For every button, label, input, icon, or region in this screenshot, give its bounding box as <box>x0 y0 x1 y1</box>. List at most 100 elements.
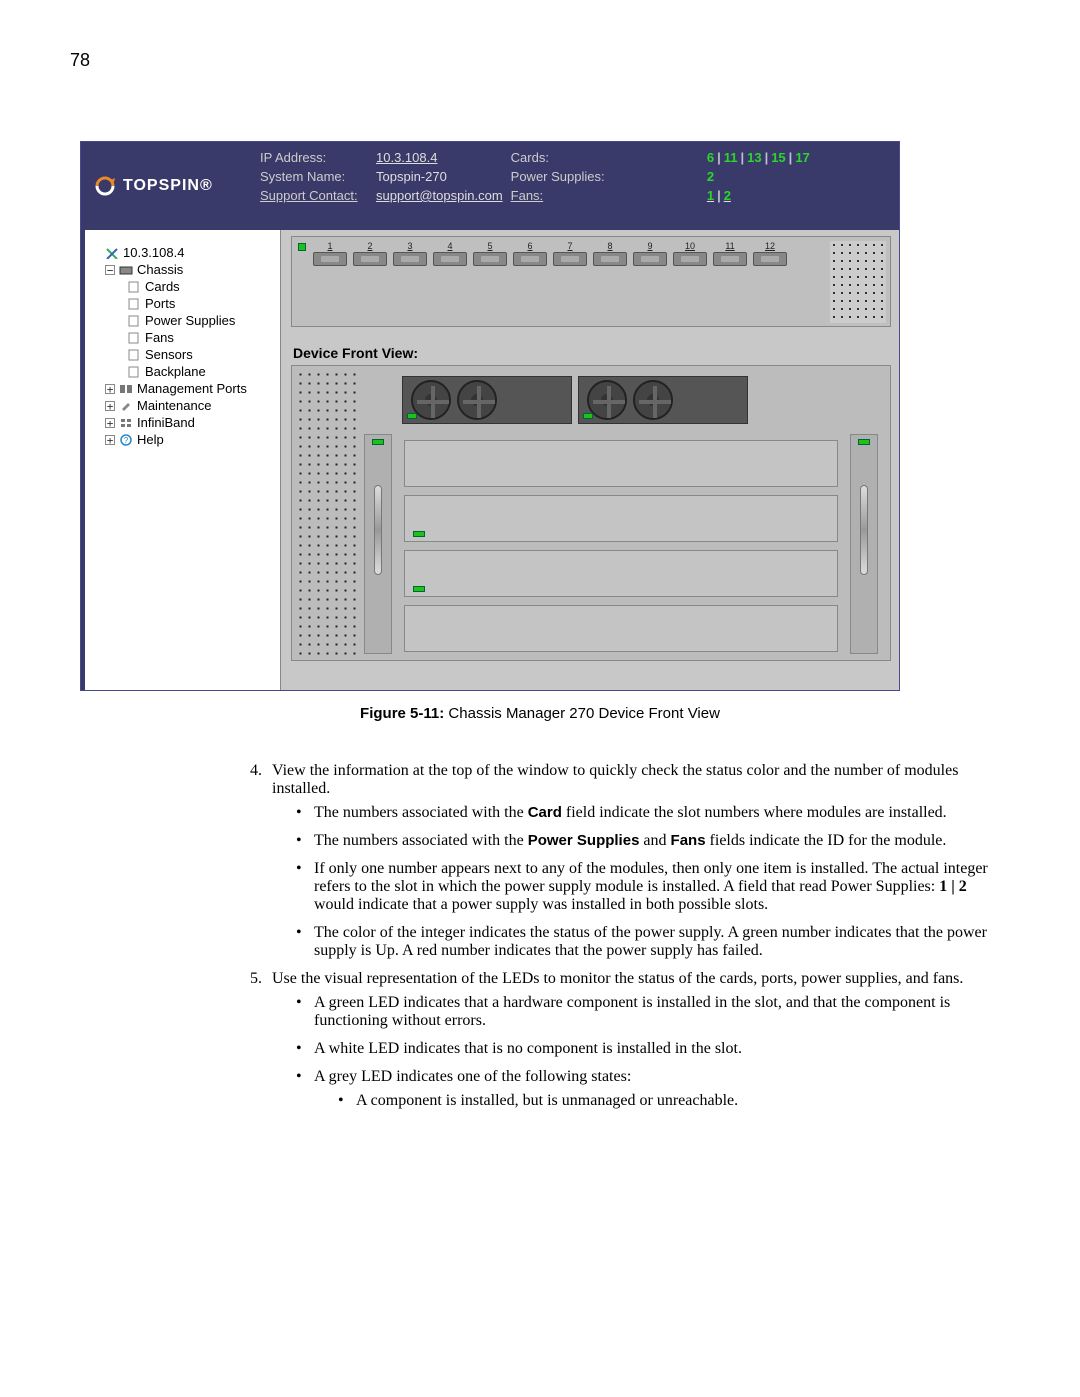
expand-icon[interactable]: + <box>105 435 115 445</box>
handle-icon <box>374 485 382 575</box>
slot[interactable]: 9 <box>632 241 668 266</box>
blade-stack <box>404 440 838 652</box>
blade-slot[interactable] <box>404 550 838 597</box>
wrench-icon <box>119 400 133 412</box>
topspin-icon <box>93 174 117 198</box>
list-item: Use the visual representation of the LED… <box>266 970 1000 1110</box>
support-label: Support Contact: <box>260 188 370 203</box>
slot[interactable]: 10 <box>672 241 708 266</box>
expand-icon[interactable]: + <box>105 418 115 428</box>
tree-infiniband[interactable]: +InfiniBand <box>91 414 276 431</box>
vent-grid-icon <box>830 241 886 323</box>
svg-text:?: ? <box>124 436 129 445</box>
app-window: TOPSPIN® IP Address: 10.3.108.4 System N… <box>80 141 900 691</box>
header-info-mid: Cards: Power Supplies: Fans: <box>507 142 703 230</box>
slot[interactable]: 5 <box>472 241 508 266</box>
status-led-icon <box>583 413 593 419</box>
status-led-icon <box>413 531 425 537</box>
slot[interactable]: 4 <box>432 241 468 266</box>
fan-icon <box>457 380 497 420</box>
expand-icon[interactable]: + <box>105 384 115 394</box>
fan-icon <box>411 380 451 420</box>
tree-root[interactable]: 10.3.108.4 <box>91 244 276 261</box>
nav-tree: 10.3.108.4 −Chassis Cards Ports Power Su… <box>81 230 281 690</box>
power-supply[interactable] <box>364 434 392 654</box>
list-item: If only one number appears next to any o… <box>296 860 1000 914</box>
ip-value[interactable]: 10.3.108.4 <box>376 150 437 165</box>
app-header: TOPSPIN® IP Address: 10.3.108.4 System N… <box>81 142 899 230</box>
node-icon <box>105 247 119 259</box>
page-icon <box>127 349 141 361</box>
fan-row <box>402 372 850 428</box>
list-item: A white LED indicates that is no compone… <box>296 1040 1000 1058</box>
tree-mgmt-ports[interactable]: +Management Ports <box>91 380 276 397</box>
fans-label: Fans: <box>511 188 581 203</box>
slot[interactable]: 2 <box>352 241 388 266</box>
handle-icon <box>860 485 868 575</box>
page-icon <box>127 315 141 327</box>
help-icon: ? <box>119 434 133 446</box>
device-front-view <box>291 365 891 661</box>
tree-maintenance[interactable]: +Maintenance <box>91 397 276 414</box>
slot[interactable]: 6 <box>512 241 548 266</box>
slot[interactable]: 11 <box>712 241 748 266</box>
slot[interactable]: 3 <box>392 241 428 266</box>
tree-sensors[interactable]: Sensors <box>91 346 276 363</box>
fan-module[interactable] <box>402 376 572 424</box>
header-info-left: IP Address: 10.3.108.4 System Name: Tops… <box>256 142 507 230</box>
cards-label: Cards: <box>511 150 581 165</box>
front-view-title: Device Front View: <box>293 345 891 361</box>
status-led-icon <box>407 413 417 419</box>
expand-icon[interactable]: + <box>105 401 115 411</box>
slot[interactable]: 1 <box>312 241 348 266</box>
power-supply[interactable] <box>850 434 878 654</box>
list-item: The color of the integer indicates the s… <box>296 924 1000 960</box>
sysname-value: Topspin-270 <box>376 169 447 184</box>
slot[interactable]: 7 <box>552 241 588 266</box>
tree-cards[interactable]: Cards <box>91 278 276 295</box>
page-icon <box>127 298 141 310</box>
fan-icon <box>633 380 673 420</box>
page-icon <box>127 332 141 344</box>
tree-backplane[interactable]: Backplane <box>91 363 276 380</box>
status-led-icon <box>413 586 425 592</box>
figure-caption: Figure 5-11: Chassis Manager 270 Device … <box>70 705 1010 722</box>
grid-icon <box>119 417 133 429</box>
list-item: The numbers associated with the Card fie… <box>296 804 1000 822</box>
brand-logo: TOPSPIN® <box>81 142 256 230</box>
support-value[interactable]: support@topspin.com <box>376 188 503 203</box>
status-led-icon <box>298 243 306 251</box>
list-item: A grey LED indicates one of the followin… <box>296 1068 1000 1110</box>
tree-help[interactable]: +?Help <box>91 431 276 448</box>
tree-chassis[interactable]: −Chassis <box>91 261 276 278</box>
vent-grid-icon <box>296 370 356 658</box>
status-led-icon <box>858 439 870 445</box>
fan-module[interactable] <box>578 376 748 424</box>
blade-slot[interactable] <box>404 440 838 487</box>
document-body: View the information at the top of the w… <box>240 762 1000 1110</box>
fan-icon <box>587 380 627 420</box>
ps-value: 2 <box>707 169 895 184</box>
sysname-label: System Name: <box>260 169 370 184</box>
slot[interactable]: 8 <box>592 241 628 266</box>
blade-slot[interactable] <box>404 495 838 542</box>
ports-icon <box>119 383 133 395</box>
diagram-panel: 1 2 3 4 5 6 7 8 9 10 11 12 Device Front … <box>281 230 899 690</box>
fans-values: 1| 2 <box>707 188 895 203</box>
page-icon <box>127 366 141 378</box>
tree-fans[interactable]: Fans <box>91 329 276 346</box>
status-led-icon <box>372 439 384 445</box>
tree-power-supplies[interactable]: Power Supplies <box>91 312 276 329</box>
list-item: The numbers associated with the Power Su… <box>296 832 1000 850</box>
rear-slot-row: 1 2 3 4 5 6 7 8 9 10 11 12 <box>291 236 891 327</box>
blade-slot[interactable] <box>404 605 838 652</box>
list-item: View the information at the top of the w… <box>266 762 1000 960</box>
ip-label: IP Address: <box>260 150 370 165</box>
page-number: 78 <box>70 50 1010 71</box>
ps-label: Power Supplies: <box>511 169 581 184</box>
slot[interactable]: 12 <box>752 241 788 266</box>
tree-ports[interactable]: Ports <box>91 295 276 312</box>
cards-values: 6| 11| 13| 15| 17 <box>707 150 895 165</box>
collapse-icon[interactable]: − <box>105 265 115 275</box>
list-item: A component is installed, but is unmanag… <box>338 1092 1000 1110</box>
